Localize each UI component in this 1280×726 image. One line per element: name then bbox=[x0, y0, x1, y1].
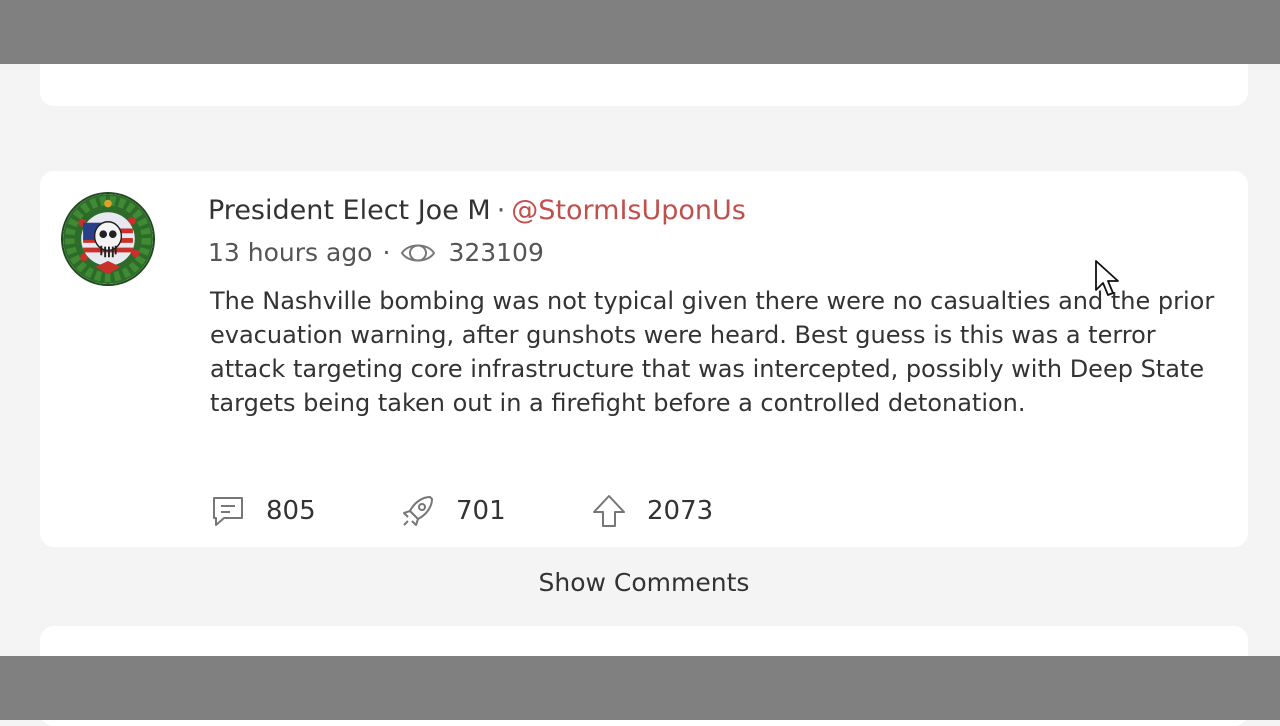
separator: · bbox=[496, 195, 506, 226]
post-author-line: President Elect Joe M · @StormIsUponUs bbox=[208, 195, 746, 226]
avatar-wreath-skull-icon bbox=[63, 194, 153, 284]
show-comments-button[interactable]: Show Comments bbox=[0, 568, 1280, 597]
upvote-count: 2073 bbox=[647, 496, 714, 526]
comment-button[interactable]: 805 bbox=[210, 493, 400, 529]
post-card: President Elect Joe M · @StormIsUponUs 13 … bbox=[40, 171, 1248, 547]
post-body: The Nashville bombing was not typical gi… bbox=[210, 287, 1215, 417]
mouse-cursor-icon bbox=[1095, 260, 1119, 296]
bottom-overlay-bar bbox=[0, 656, 1280, 720]
comment-count: 805 bbox=[266, 496, 316, 526]
upvote-button[interactable]: 2073 bbox=[591, 493, 713, 529]
separator: · bbox=[382, 238, 391, 267]
author-handle[interactable]: @StormIsUponUs bbox=[511, 195, 746, 226]
view-count: 323109 bbox=[448, 238, 544, 267]
eye-icon bbox=[401, 244, 436, 261]
upvote-arrow-icon bbox=[593, 495, 625, 527]
repost-rocket-icon bbox=[403, 496, 433, 526]
share-button[interactable]: 701 bbox=[400, 493, 591, 529]
share-count: 701 bbox=[456, 496, 506, 526]
top-overlay-bar bbox=[0, 0, 1280, 64]
comment-bubble-icon bbox=[213, 497, 243, 526]
post-meta: 13 hours ago · 323109 bbox=[208, 238, 544, 267]
post-actions: 805 701 2073 bbox=[210, 493, 713, 529]
avatar[interactable] bbox=[61, 192, 155, 286]
post-timestamp: 13 hours ago bbox=[208, 238, 373, 267]
author-name[interactable]: President Elect Joe M bbox=[208, 195, 491, 226]
